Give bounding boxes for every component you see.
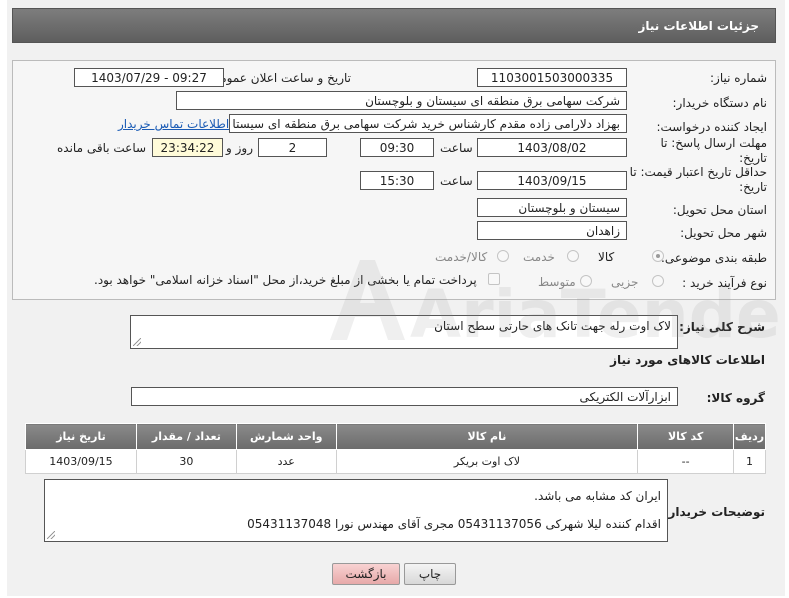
col-quantity: تعداد / مقدار bbox=[135, 423, 237, 450]
need-number-field: 1103001503000335 bbox=[477, 68, 627, 87]
cell-goods-name: لاک اوت بریکر bbox=[335, 449, 639, 474]
province-label: استان محل تحویل: bbox=[672, 203, 767, 217]
days-label: روز و bbox=[226, 141, 253, 155]
category-radio-goods[interactable] bbox=[652, 250, 664, 262]
category-option-goods-service: کالا/خدمت bbox=[435, 250, 488, 264]
reply-deadline-label: مهلت ارسال پاسخ: تا تاریخ: bbox=[660, 136, 767, 165]
remaining-time-field: 23:34:22 bbox=[152, 138, 223, 157]
cell-unit: عدد bbox=[235, 449, 337, 474]
buyer-org-label: نام دستگاه خریدار: bbox=[672, 96, 768, 110]
col-row-number: ردیف bbox=[733, 423, 766, 450]
goods-section-title: اطلاعات کالاهای مورد نیاز bbox=[610, 353, 765, 367]
category-option-goods: کالا bbox=[598, 250, 615, 264]
buyer-notes-line-2: اقدام کننده لیلا شهرکی 05431137056 مجری … bbox=[247, 517, 661, 531]
price-validity-time-label: ساعت bbox=[440, 174, 473, 188]
price-validity-time-field: 15:30 bbox=[360, 171, 434, 190]
category-radio-service[interactable] bbox=[567, 250, 579, 262]
city-label: شهر محل تحویل: bbox=[680, 226, 767, 240]
buyer-org-field: شرکت سهامی برق منطقه ای سیستان و بلوچستا… bbox=[176, 91, 627, 110]
category-radio-goods-service[interactable] bbox=[497, 250, 509, 262]
category-label: طبقه بندی موضوعی: bbox=[660, 251, 767, 265]
announce-datetime-field: 1403/07/29 - 09:27 bbox=[74, 68, 224, 87]
buyer-notes-textarea[interactable]: ایران کد مشابه می باشد. اقدام کننده لیلا… bbox=[44, 479, 668, 542]
remaining-label: ساعت باقی مانده bbox=[57, 141, 147, 155]
general-desc-textarea[interactable]: لاک اوت رله جهت تانک های حارتی سطح استان bbox=[130, 315, 678, 349]
treasury-payment-note: پرداخت تمام یا بخشی از مبلغ خرید،از محل … bbox=[94, 273, 477, 287]
price-validity-label: حداقل تاریخ اعتبار قیمت: تا تاریخ: bbox=[629, 165, 767, 194]
need-number-label: شماره نیاز: bbox=[710, 71, 767, 85]
col-goods-name: نام کالا bbox=[335, 423, 639, 450]
cell-quantity: 30 bbox=[135, 449, 237, 474]
buyer-contact-link[interactable]: اطلاعات تماس خریدار bbox=[118, 117, 229, 131]
cell-need-date: 1403/09/15 bbox=[25, 449, 137, 474]
resize-grip-icon[interactable] bbox=[47, 531, 55, 539]
reply-date-field: 1403/08/02 bbox=[477, 138, 627, 157]
general-desc-text: لاک اوت رله جهت تانک های حارتی سطح استان bbox=[434, 319, 671, 333]
purchase-type-label: نوع فرآیند خرید : bbox=[682, 276, 767, 290]
resize-grip-icon[interactable] bbox=[133, 338, 141, 346]
buyer-notes-label: توضیحات خریدار: bbox=[663, 505, 765, 519]
price-validity-date-field: 1403/09/15 bbox=[477, 171, 627, 190]
reply-time-label: ساعت bbox=[440, 141, 473, 155]
cell-goods-code: -- bbox=[637, 449, 735, 474]
goods-group-label: گروه کالا: bbox=[706, 391, 765, 405]
goods-group-field: ابزارآلات الکتریکی bbox=[131, 387, 678, 406]
cell-row-number: 1 bbox=[733, 449, 766, 474]
purchase-type-option-minor: جزیی bbox=[611, 275, 639, 289]
print-button[interactable]: چاپ bbox=[404, 563, 456, 585]
buyer-notes-line-1: ایران کد مشابه می باشد. bbox=[534, 489, 661, 503]
requester-field: بهزاد دلارامی زاده مقدم کارشناس خرید شرک… bbox=[229, 114, 627, 133]
announce-datetime-label: تاریخ و ساعت اعلان عمومی: bbox=[206, 71, 351, 85]
purchase-type-option-medium: متوسط bbox=[538, 275, 576, 289]
requester-label: ایجاد کننده درخواست: bbox=[656, 120, 767, 134]
back-button[interactable]: بازگشت bbox=[332, 563, 400, 585]
col-unit: واحد شمارش bbox=[235, 423, 337, 450]
purchase-type-radio-medium[interactable] bbox=[580, 275, 592, 287]
col-goods-code: کد کالا bbox=[637, 423, 735, 450]
col-need-date: تاریخ نیاز bbox=[25, 423, 137, 450]
purchase-type-radio-minor[interactable] bbox=[652, 275, 664, 287]
reply-time-field: 09:30 bbox=[360, 138, 434, 157]
city-field: زاهدان bbox=[477, 221, 627, 240]
general-desc-label: شرح کلی نیاز: bbox=[679, 320, 765, 334]
page-title: جزئیات اطلاعات نیاز bbox=[12, 8, 776, 43]
table-row: 1 -- لاک اوت بریکر عدد 30 1403/09/15 bbox=[25, 449, 766, 474]
category-option-service: خدمت bbox=[523, 250, 555, 264]
goods-table: ردیف کد کالا نام کالا واحد شمارش تعداد /… bbox=[25, 423, 766, 474]
province-field: سیستان و بلوچستان bbox=[477, 198, 627, 217]
goods-table-header: ردیف کد کالا نام کالا واحد شمارش تعداد /… bbox=[25, 423, 766, 450]
treasury-payment-checkbox[interactable] bbox=[488, 273, 500, 285]
reply-days-field: 2 bbox=[258, 138, 327, 157]
